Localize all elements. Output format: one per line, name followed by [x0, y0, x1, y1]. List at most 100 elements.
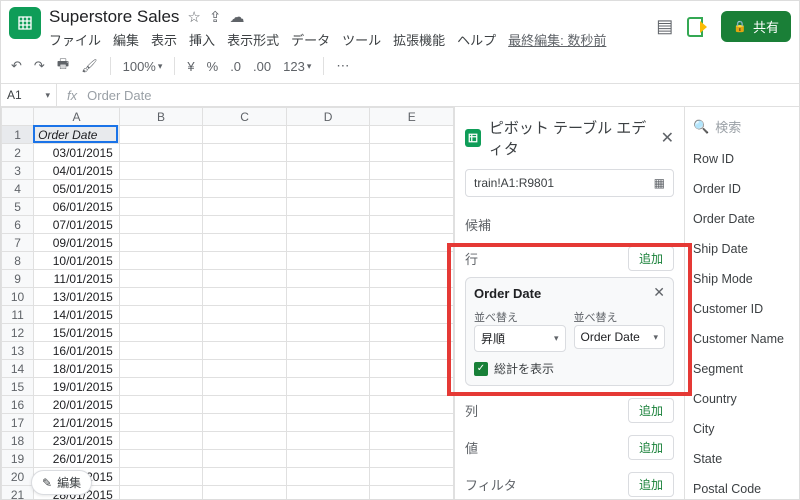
decrease-decimal-button[interactable]: .0	[230, 59, 241, 74]
row-header[interactable]: 10	[2, 288, 34, 306]
cell[interactable]: 26/01/2015	[34, 450, 120, 468]
meet-icon[interactable]	[683, 13, 711, 41]
cell[interactable]: 06/01/2015	[34, 198, 120, 216]
row-header[interactable]: 2	[2, 144, 34, 162]
menu-extensions[interactable]: 拡張機能	[393, 30, 445, 49]
field-item[interactable]: Order ID	[693, 174, 791, 204]
move-icon[interactable]: ⇪	[209, 8, 222, 26]
row-header[interactable]: 21	[2, 486, 34, 500]
cell[interactable]: 20/01/2015	[34, 396, 120, 414]
row-header[interactable]: 6	[2, 216, 34, 234]
row-header[interactable]: 20	[2, 468, 34, 486]
row-header[interactable]: 18	[2, 432, 34, 450]
zoom-select[interactable]: 100%▾	[123, 59, 163, 74]
col-header[interactable]: C	[203, 108, 287, 126]
menu-format[interactable]: 表示形式	[227, 30, 279, 49]
col-header[interactable]: D	[286, 108, 370, 126]
sort-order-select[interactable]: 昇順▾	[474, 325, 566, 352]
cell[interactable]: 09/01/2015	[34, 234, 120, 252]
field-item[interactable]: Row ID	[693, 144, 791, 174]
field-item[interactable]: City	[693, 414, 791, 444]
field-item[interactable]: Customer Name	[693, 324, 791, 354]
field-item[interactable]: Ship Mode	[693, 264, 791, 294]
cell[interactable]: 07/01/2015	[34, 216, 120, 234]
cell[interactable]: 04/01/2015	[34, 162, 120, 180]
cell[interactable]: Order Date	[34, 126, 120, 144]
last-edit-link[interactable]: 最終編集: 数秒前	[508, 30, 606, 49]
menu-insert[interactable]: 挿入	[189, 30, 215, 49]
remove-pill-button[interactable]: ✕	[653, 284, 665, 301]
name-box[interactable]: A1▾	[1, 84, 57, 106]
redo-button[interactable]: ↷	[34, 58, 45, 74]
menu-file[interactable]: ファイル	[49, 30, 101, 49]
field-item[interactable]: Order Date	[693, 204, 791, 234]
cell[interactable]: 03/01/2015	[34, 144, 120, 162]
field-item[interactable]: Segment	[693, 354, 791, 384]
print-button[interactable]: 🖶	[57, 55, 69, 77]
format-percent-button[interactable]: %	[207, 59, 219, 74]
add-row-field-button[interactable]: 追加	[628, 246, 674, 271]
row-header[interactable]: 4	[2, 180, 34, 198]
show-totals-checkbox[interactable]: ✓	[474, 362, 488, 376]
undo-button[interactable]: ↶	[11, 58, 22, 74]
row-header[interactable]: 8	[2, 252, 34, 270]
menu-tools[interactable]: ツール	[342, 30, 381, 49]
share-button[interactable]: 🔒 共有	[721, 11, 791, 42]
increase-decimal-button[interactable]: .00	[253, 59, 271, 74]
cloud-status-icon[interactable]: ☁	[229, 8, 244, 26]
cell[interactable]: 18/01/2015	[34, 360, 120, 378]
row-header[interactable]: 15	[2, 378, 34, 396]
field-search-input[interactable]: 検索	[715, 117, 741, 136]
spreadsheet-grid[interactable]: ABCDE1Order Date203/01/2015304/01/201540…	[1, 107, 454, 499]
formula-input[interactable]: Order Date	[87, 88, 151, 103]
cell[interactable]: 19/01/2015	[34, 378, 120, 396]
row-header[interactable]: 14	[2, 360, 34, 378]
more-formats-select[interactable]: 123▾	[283, 59, 311, 74]
row-header[interactable]: 1	[2, 126, 34, 144]
add-col-field-button[interactable]: 追加	[628, 398, 674, 423]
add-value-field-button[interactable]: 追加	[628, 435, 674, 460]
paint-format-button[interactable]: 🖌	[81, 58, 98, 74]
cell[interactable]: 23/01/2015	[34, 432, 120, 450]
pivot-suggestions-label[interactable]: 候補	[465, 215, 674, 234]
comment-history-icon[interactable]: ▤	[656, 16, 673, 37]
col-header[interactable]: B	[119, 108, 203, 126]
col-header[interactable]: E	[370, 108, 454, 126]
field-item[interactable]: Postal Code	[693, 474, 791, 499]
row-header[interactable]: 3	[2, 162, 34, 180]
cell[interactable]: 15/01/2015	[34, 324, 120, 342]
cell[interactable]: 10/01/2015	[34, 252, 120, 270]
field-item[interactable]: Ship Date	[693, 234, 791, 264]
field-item[interactable]: Country	[693, 384, 791, 414]
format-currency-button[interactable]: ¥	[187, 59, 194, 74]
cell[interactable]: 11/01/2015	[34, 270, 120, 288]
cell[interactable]: 05/01/2015	[34, 180, 120, 198]
cell[interactable]: 16/01/2015	[34, 342, 120, 360]
row-header[interactable]: 12	[2, 324, 34, 342]
row-header[interactable]: 7	[2, 234, 34, 252]
sort-by-select[interactable]: Order Date▾	[574, 325, 666, 349]
field-item[interactable]: Customer ID	[693, 294, 791, 324]
col-header[interactable]: A	[34, 108, 120, 126]
add-filter-field-button[interactable]: 追加	[628, 472, 674, 497]
row-header[interactable]: 9	[2, 270, 34, 288]
row-header[interactable]: 11	[2, 306, 34, 324]
row-header[interactable]: 17	[2, 414, 34, 432]
field-item[interactable]: State	[693, 444, 791, 474]
menu-data[interactable]: データ	[291, 30, 330, 49]
close-pivot-editor-button[interactable]: ✕	[661, 128, 674, 148]
pivot-range-input[interactable]: train!A1:R9801 ▦	[465, 169, 674, 197]
row-header[interactable]: 13	[2, 342, 34, 360]
star-icon[interactable]: ☆	[187, 8, 200, 26]
row-header[interactable]: 19	[2, 450, 34, 468]
doc-title[interactable]: Superstore Sales	[49, 7, 179, 27]
cell[interactable]: 14/01/2015	[34, 306, 120, 324]
edit-mode-chip[interactable]: ✎ 編集	[31, 470, 92, 495]
menu-view[interactable]: 表示	[151, 30, 177, 49]
toolbar-more-button[interactable]: ⋯	[336, 58, 349, 74]
menu-help[interactable]: ヘルプ	[457, 30, 496, 49]
menu-edit[interactable]: 編集	[113, 30, 139, 49]
row-header[interactable]: 5	[2, 198, 34, 216]
row-header[interactable]: 16	[2, 396, 34, 414]
cell[interactable]: 21/01/2015	[34, 414, 120, 432]
